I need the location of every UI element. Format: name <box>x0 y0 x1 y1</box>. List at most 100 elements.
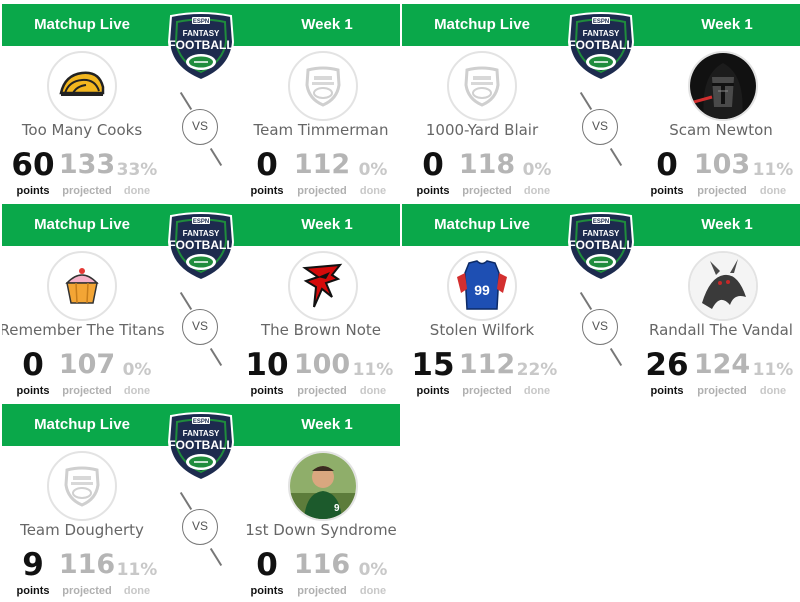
divider-line-top <box>579 291 593 311</box>
left-projected: 107 projected <box>58 349 116 397</box>
svg-text:FANTASY: FANTASY <box>183 229 220 238</box>
week-label: Week 1 <box>301 216 353 233</box>
right-team-avatar[interactable] <box>288 251 358 321</box>
left-points: 15 points <box>411 347 455 397</box>
right-team-name[interactable]: The Brown Note <box>221 321 400 339</box>
left-done: 0% done <box>122 360 152 397</box>
right-team-name[interactable]: Randall The Vandal <box>621 321 800 339</box>
left-team-avatar[interactable] <box>47 451 117 521</box>
falcons-logo <box>302 263 343 308</box>
matchup-card[interactable]: Matchup Live Week 1 ESPN FANTASY FOOTBAL… <box>2 402 400 602</box>
right-team-avatar[interactable] <box>688 51 758 121</box>
left-team-name[interactable]: Stolen Wilfork <box>402 321 582 339</box>
svg-text:FOOTBALL: FOOTBALL <box>168 38 233 52</box>
right-team-name[interactable]: Team Timmerman <box>221 121 400 139</box>
left-projected: 133 projected <box>58 149 116 197</box>
vs-badge: VS <box>582 109 618 145</box>
svg-text:ESPN: ESPN <box>593 219 609 225</box>
svg-text:FANTASY: FANTASY <box>183 29 220 38</box>
right-points: 10 points <box>245 347 289 397</box>
vs-badge: VS <box>182 309 218 345</box>
week-label: Week 1 <box>301 16 353 33</box>
right-points: 26 points <box>645 347 689 397</box>
left-team-avatar[interactable] <box>47 251 117 321</box>
divider-line-bottom <box>209 147 223 167</box>
svg-text:ESPN: ESPN <box>193 419 209 425</box>
right-done: 0% done <box>358 560 388 597</box>
left-done: 22% done <box>516 360 558 397</box>
left-team-name[interactable]: 1000-Yard Blair <box>402 121 582 139</box>
left-done: 33% done <box>116 160 158 197</box>
right-projected: 112 projected <box>293 149 351 197</box>
default-football-icon <box>64 466 100 507</box>
left-done: 11% done <box>116 560 158 597</box>
matchup-live-label: Matchup Live <box>34 216 130 233</box>
week-label: Week 1 <box>701 216 753 233</box>
right-team-avatar[interactable]: 9 <box>288 451 358 521</box>
left-points: 0 points <box>16 347 50 397</box>
kylo-ren-avatar <box>690 53 756 119</box>
right-team-name[interactable]: Scam Newton <box>621 121 800 139</box>
right-team-name[interactable]: 1st Down Syndrome <box>221 521 400 539</box>
player-photo-avatar: 9 <box>290 453 356 519</box>
divider-line-bottom <box>209 347 223 367</box>
right-done: 11% done <box>752 160 794 197</box>
svg-text:FOOTBALL: FOOTBALL <box>568 238 633 252</box>
right-projected: 103 projected <box>693 149 751 197</box>
right-points: 0 points <box>250 547 284 597</box>
left-team-name[interactable]: Too Many Cooks <box>2 121 182 139</box>
fantasy-football-logo: ESPN FANTASY FOOTBALL <box>167 12 235 82</box>
right-points: 0 points <box>650 147 684 197</box>
matchup-card[interactable]: Matchup Live Week 1 ESPN FANTASY FOOTBAL… <box>2 202 400 402</box>
divider-line-top <box>179 291 193 311</box>
svg-text:FOOTBALL: FOOTBALL <box>568 38 633 52</box>
left-team-name[interactable]: Team Dougherty <box>2 521 182 539</box>
right-done: 0% done <box>358 160 388 197</box>
right-team-avatar[interactable] <box>688 251 758 321</box>
matchup-live-label: Matchup Live <box>34 16 130 33</box>
cupcake-icon <box>65 268 99 304</box>
left-team-name[interactable]: Remember The Titans <box>2 321 182 339</box>
fantasy-football-logo: ESPN FANTASY FOOTBALL <box>167 212 235 282</box>
right-done: 11% done <box>752 360 794 397</box>
right-projected: 100 projected <box>293 349 351 397</box>
svg-text:9: 9 <box>334 503 340 514</box>
matchup-card[interactable]: Matchup Live Week 1 ESPN FANTASY FOOTBAL… <box>2 2 400 202</box>
matchup-card[interactable]: Matchup Live Week 1 ESPN FANTASY FOOTBAL… <box>402 202 800 402</box>
svg-text:FOOTBALL: FOOTBALL <box>168 438 233 452</box>
right-projected: 124 projected <box>693 349 751 397</box>
fantasy-football-logo: ESPN FANTASY FOOTBALL <box>167 412 235 482</box>
left-projected: 118 projected <box>458 149 516 197</box>
taco-icon <box>59 71 105 96</box>
fantasy-football-logo: ESPN FANTASY FOOTBALL <box>567 12 635 82</box>
jersey-99-icon: 99 <box>457 260 507 310</box>
divider-line-bottom <box>609 347 623 367</box>
divider-line-top <box>179 491 193 511</box>
left-points: 9 points <box>16 547 50 597</box>
default-football-icon <box>305 66 341 107</box>
divider-line-bottom <box>209 547 223 567</box>
matchup-live-label: Matchup Live <box>34 416 130 433</box>
right-projected: 116 projected <box>293 549 351 597</box>
left-team-avatar[interactable]: 99 <box>447 251 517 321</box>
week-label: Week 1 <box>701 16 753 33</box>
left-team-avatar[interactable] <box>47 51 117 121</box>
left-points: 0 points <box>416 147 450 197</box>
svg-text:FANTASY: FANTASY <box>583 229 620 238</box>
svg-text:ESPN: ESPN <box>193 219 209 225</box>
svg-text:ESPN: ESPN <box>193 19 209 25</box>
left-done: 0% done <box>522 160 552 197</box>
right-team-avatar[interactable] <box>288 51 358 121</box>
fantasy-football-logo: ESPN FANTASY FOOTBALL <box>567 212 635 282</box>
week-label: Week 1 <box>301 416 353 433</box>
divider-line-top <box>579 91 593 111</box>
svg-text:ESPN: ESPN <box>593 19 609 25</box>
svg-text:FANTASY: FANTASY <box>583 29 620 38</box>
left-projected: 116 projected <box>58 549 116 597</box>
default-football-icon <box>464 66 500 107</box>
left-projected: 112 projected <box>458 349 516 397</box>
matchup-card[interactable]: Matchup Live Week 1 ESPN FANTASY FOOTBAL… <box>402 2 800 202</box>
left-team-avatar[interactable] <box>447 51 517 121</box>
divider-line-top <box>179 91 193 111</box>
matchup-live-label: Matchup Live <box>434 16 530 33</box>
